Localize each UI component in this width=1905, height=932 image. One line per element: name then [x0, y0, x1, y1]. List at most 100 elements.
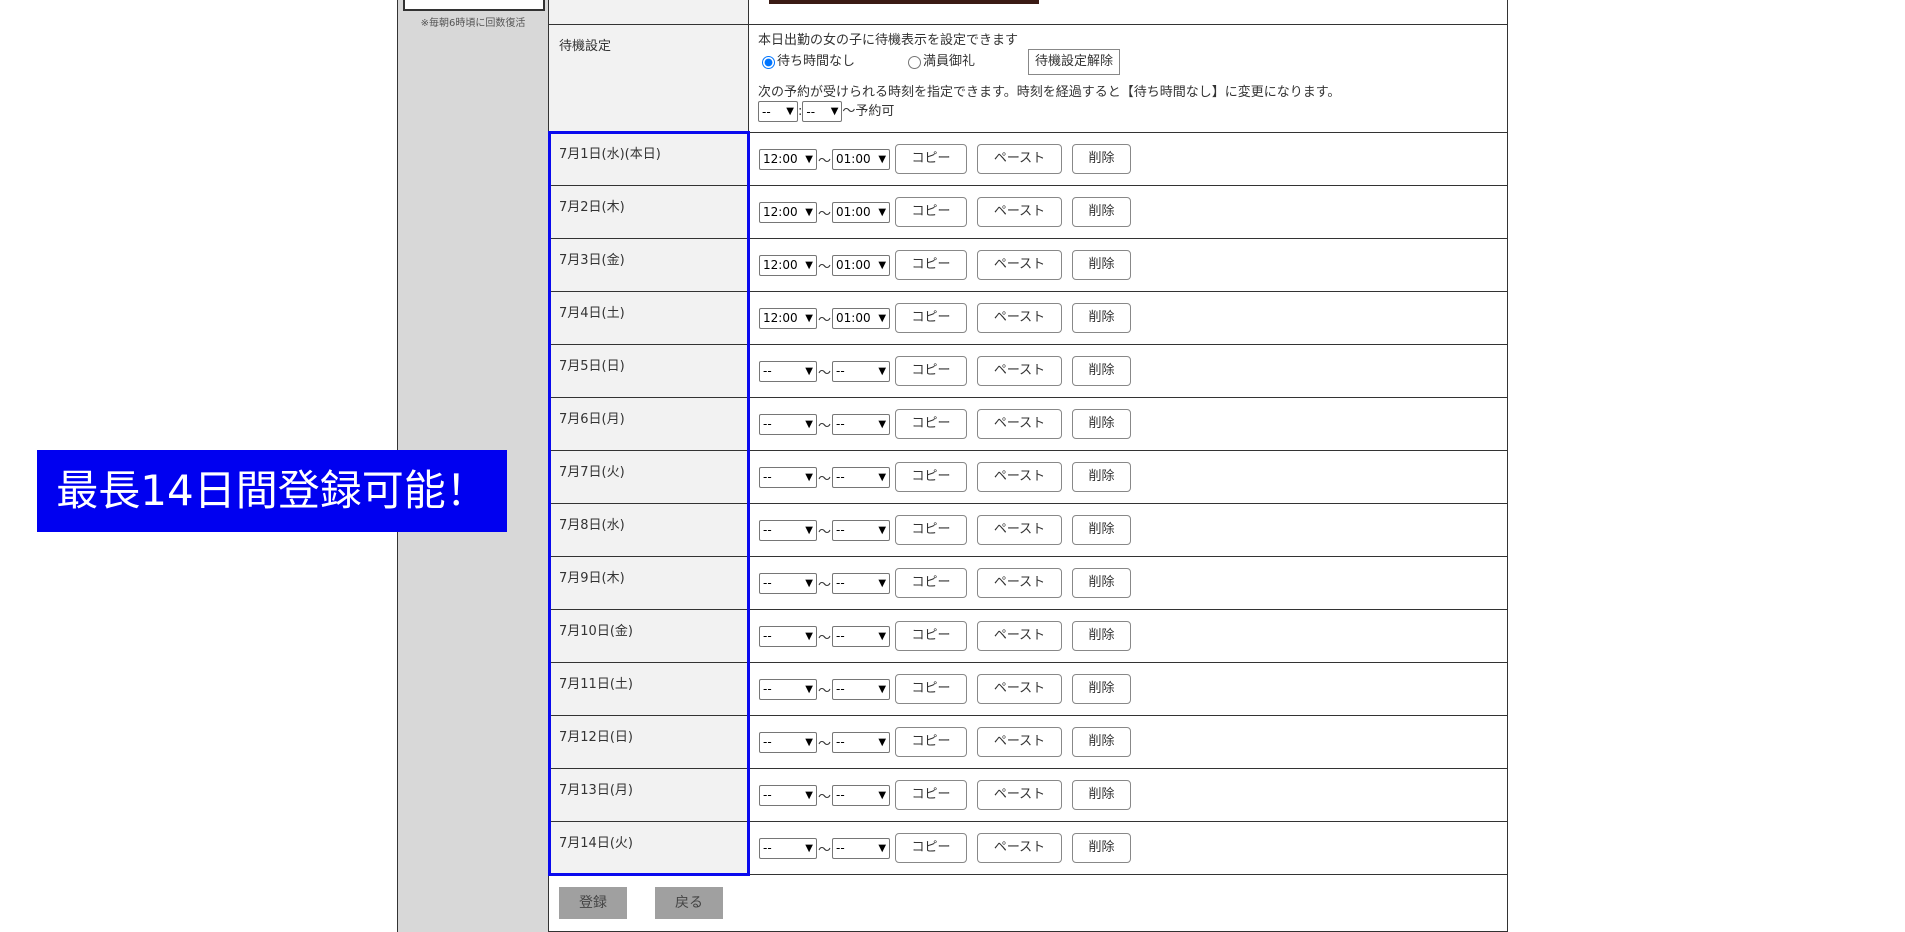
start-time-select[interactable]: -- ▼: [759, 678, 817, 700]
end-time-value: --: [836, 470, 845, 484]
start-time-select[interactable]: -- ▼: [759, 572, 817, 594]
start-time-select[interactable]: -- ▼: [759, 784, 817, 806]
paste-button[interactable]: ペースト: [977, 144, 1063, 174]
start-time-select[interactable]: -- ▼: [759, 466, 817, 488]
paste-button[interactable]: ペースト: [977, 833, 1063, 863]
start-time-select[interactable]: 12:00 ▼: [759, 201, 817, 223]
paste-button[interactable]: ペースト: [977, 674, 1063, 704]
next-hour-value: --: [762, 104, 771, 119]
back-button[interactable]: 戻る: [655, 887, 723, 919]
delete-button[interactable]: 削除: [1072, 303, 1132, 333]
paste-button[interactable]: ペースト: [977, 727, 1063, 757]
start-time-value: 12:00: [763, 311, 798, 325]
start-time-select[interactable]: -- ▼: [759, 360, 817, 382]
radio-full-input[interactable]: [908, 55, 921, 69]
start-time-select[interactable]: 12:00 ▼: [759, 254, 817, 276]
copy-button[interactable]: コピー: [895, 409, 968, 439]
start-time-select[interactable]: -- ▼: [759, 731, 817, 753]
end-time-select[interactable]: 01:00 ▼: [832, 201, 891, 223]
copy-button[interactable]: コピー: [895, 144, 968, 174]
end-time-select[interactable]: 01:00 ▼: [832, 307, 891, 329]
paste-button[interactable]: ペースト: [977, 356, 1063, 386]
delete-button[interactable]: 削除: [1072, 409, 1132, 439]
tilde: 〜: [818, 153, 832, 169]
day-label: 7月2日(木): [549, 186, 749, 238]
end-time-select[interactable]: -- ▼: [832, 572, 891, 594]
copy-button[interactable]: コピー: [895, 356, 968, 386]
paste-button[interactable]: ペースト: [977, 568, 1063, 598]
day-label: 7月13日(月): [549, 769, 749, 821]
delete-button[interactable]: 削除: [1072, 568, 1132, 598]
end-time-select[interactable]: -- ▼: [832, 837, 891, 859]
promo-banner: 最長14日間登録可能！: [37, 450, 507, 532]
delete-button[interactable]: 削除: [1072, 515, 1132, 545]
end-time-select[interactable]: 01:00 ▼: [832, 148, 891, 170]
start-time-select[interactable]: -- ▼: [759, 625, 817, 647]
start-time-value: --: [763, 682, 772, 696]
paste-button[interactable]: ペースト: [977, 197, 1063, 227]
delete-button[interactable]: 削除: [1072, 621, 1132, 651]
end-time-select[interactable]: -- ▼: [832, 625, 891, 647]
paste-button[interactable]: ペースト: [977, 250, 1063, 280]
end-time-value: --: [836, 364, 845, 378]
delete-button[interactable]: 削除: [1072, 833, 1132, 863]
end-time-select[interactable]: -- ▼: [832, 731, 891, 753]
end-time-value: --: [836, 629, 845, 643]
copy-button[interactable]: コピー: [895, 727, 968, 757]
radio-no-wait-input[interactable]: [762, 55, 775, 69]
paste-button[interactable]: ペースト: [977, 303, 1063, 333]
next-minute-value: --: [806, 104, 816, 119]
footer-row: 登録 戻る: [549, 875, 1507, 931]
copy-button[interactable]: コピー: [895, 674, 968, 704]
register-button[interactable]: 登録: [559, 887, 627, 919]
delete-button[interactable]: 削除: [1072, 197, 1132, 227]
paste-button[interactable]: ペースト: [977, 780, 1063, 810]
end-time-select[interactable]: -- ▼: [832, 413, 891, 435]
start-time-select[interactable]: -- ▼: [759, 413, 817, 435]
delete-button[interactable]: 削除: [1072, 674, 1132, 704]
copy-button[interactable]: コピー: [895, 515, 968, 545]
paste-button[interactable]: ペースト: [977, 409, 1063, 439]
start-time-select[interactable]: 12:00 ▼: [759, 148, 817, 170]
end-time-select[interactable]: 01:00 ▼: [832, 254, 891, 276]
start-time-select[interactable]: -- ▼: [759, 837, 817, 859]
delete-button[interactable]: 削除: [1072, 250, 1132, 280]
delete-button[interactable]: 削除: [1072, 462, 1132, 492]
copy-button[interactable]: コピー: [895, 621, 968, 651]
chevron-down-icon: ▼: [878, 259, 887, 271]
delete-button[interactable]: 削除: [1072, 727, 1132, 757]
day-row: 7月6日(月) -- ▼ 〜 -- ▼ コピー ペースト 削除: [549, 398, 1507, 451]
end-time-select[interactable]: -- ▼: [832, 466, 891, 488]
copy-button[interactable]: コピー: [895, 462, 968, 492]
chevron-down-icon: ▼: [805, 365, 813, 377]
chevron-down-icon: ▼: [878, 206, 887, 218]
copy-button[interactable]: コピー: [895, 197, 968, 227]
delete-button[interactable]: 削除: [1072, 144, 1132, 174]
copy-button[interactable]: コピー: [895, 250, 968, 280]
end-time-select[interactable]: -- ▼: [832, 678, 891, 700]
end-time-select[interactable]: -- ▼: [832, 784, 891, 806]
radio-full[interactable]: 満員御礼: [908, 54, 1028, 70]
day-label: 7月14日(火): [549, 822, 749, 874]
delete-button[interactable]: 削除: [1072, 780, 1132, 810]
copy-button[interactable]: コピー: [895, 780, 968, 810]
copy-button[interactable]: コピー: [895, 568, 968, 598]
paste-button[interactable]: ペースト: [977, 462, 1063, 492]
paste-button[interactable]: ペースト: [977, 621, 1063, 651]
start-time-value: --: [763, 788, 772, 802]
start-time-select[interactable]: -- ▼: [759, 519, 817, 541]
end-time-select[interactable]: -- ▼: [832, 360, 891, 382]
next-minute-select[interactable]: -- ▼: [802, 101, 843, 122]
paste-button[interactable]: ペースト: [977, 515, 1063, 545]
delete-button[interactable]: 削除: [1072, 356, 1132, 386]
standby-row: 待機設定 本日出勤の女の子に待機表示を設定できます 待ち時間なし 満員御礼 待機…: [549, 25, 1507, 133]
end-time-select[interactable]: -- ▼: [832, 519, 891, 541]
copy-button[interactable]: コピー: [895, 303, 968, 333]
radio-no-wait[interactable]: 待ち時間なし: [758, 54, 908, 70]
tilde: 〜: [818, 471, 832, 487]
clear-standby-button[interactable]: 待機設定解除: [1028, 49, 1121, 75]
next-hour-select[interactable]: -- ▼: [758, 101, 798, 122]
day-label: 7月4日(土): [549, 292, 749, 344]
copy-button[interactable]: コピー: [895, 833, 968, 863]
start-time-select[interactable]: 12:00 ▼: [759, 307, 817, 329]
